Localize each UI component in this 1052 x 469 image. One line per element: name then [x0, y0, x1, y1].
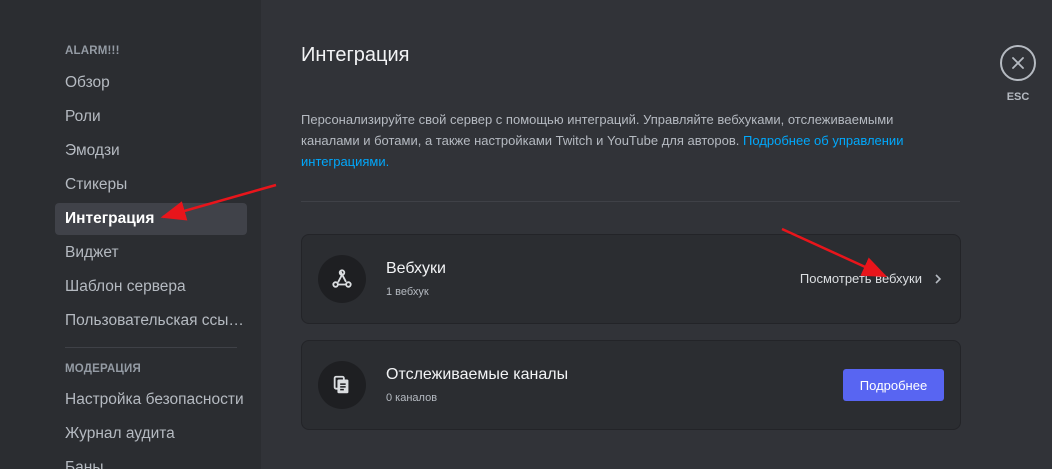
followed-channels-title: Отслеживаемые каналы: [386, 366, 569, 383]
sidebar-item-widget[interactable]: Виджет: [55, 237, 247, 269]
content-divider: [301, 201, 960, 202]
webhooks-card[interactable]: Вебхуки 1 вебхук Посмотреть вебхуки: [301, 234, 961, 324]
sidebar-item-emoji[interactable]: Эмодзи: [55, 135, 247, 167]
settings-sidebar: ALARM!!! Обзор Роли Эмодзи Стикеры Интег…: [0, 0, 261, 469]
sidebar-item-stickers[interactable]: Стикеры: [55, 169, 247, 201]
webhook-icon: [318, 255, 366, 303]
followed-channels-count: 0 каналов: [386, 392, 438, 404]
learn-more-button[interactable]: Подробнее: [843, 369, 944, 401]
sidebar-item-integrations[interactable]: Интеграция: [55, 203, 247, 235]
sidebar-item-overview[interactable]: Обзор: [55, 67, 247, 99]
sidebar-item-server-template[interactable]: Шаблон сервера: [55, 271, 247, 303]
page-description: Персонализируйте свой сервер с помощью и…: [301, 109, 941, 172]
view-webhooks-label: Посмотреть вебхуки: [799, 271, 922, 286]
close-icon[interactable]: [1000, 45, 1036, 81]
webhooks-count: 1 вебхук: [386, 286, 429, 298]
sidebar-item-safety-setup[interactable]: Настройка безопасности: [55, 384, 247, 416]
sidebar-item-roles[interactable]: Роли: [55, 101, 247, 133]
sidebar-item-audit-log[interactable]: Журнал аудита: [55, 418, 247, 450]
moderation-header: МОДЕРАЦИЯ: [65, 363, 141, 375]
close-settings[interactable]: ESC: [1000, 45, 1038, 103]
sidebar-divider: [65, 347, 237, 348]
esc-label: ESC: [1006, 91, 1030, 103]
webhooks-title: Вебхуки: [386, 260, 446, 277]
sidebar-item-vanity-url[interactable]: Пользовательская ссылка: [55, 305, 247, 337]
sidebar-item-bans[interactable]: Баны: [55, 452, 247, 469]
chevron-right-icon: [935, 273, 942, 284]
channel-follow-icon: [318, 361, 366, 409]
integrations-page: Интеграция Персонализируйте свой сервер …: [261, 0, 1052, 469]
followed-channels-card: Отслеживаемые каналы 0 каналов Подробнее: [301, 340, 961, 430]
page-title: Интеграция: [301, 44, 410, 66]
view-webhooks-button[interactable]: Посмотреть вебхуки: [800, 271, 942, 286]
server-name-header: ALARM!!!: [65, 45, 120, 57]
